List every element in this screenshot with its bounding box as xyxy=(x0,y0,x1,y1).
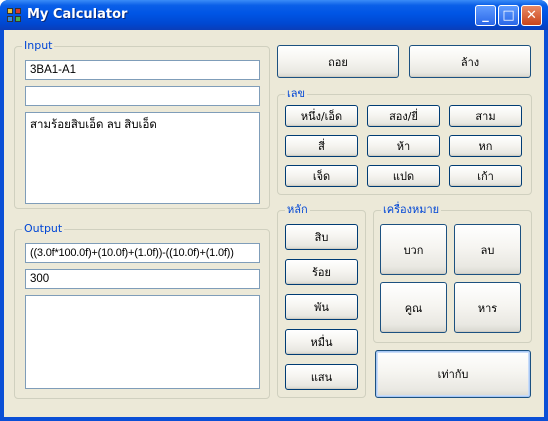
calculator-app-icon xyxy=(7,8,22,23)
plus-button[interactable]: บวก xyxy=(380,224,447,275)
number-button-2[interactable]: สอง/ยี่ xyxy=(367,105,440,127)
operators-legend: เครื่องหมาย xyxy=(381,203,442,217)
place-button-thousands[interactable]: พัน xyxy=(285,294,358,320)
equals-button[interactable]: เท่ากับ xyxy=(375,350,531,398)
output-legend: Output xyxy=(22,222,65,236)
output-result-field[interactable]: 300 xyxy=(25,269,260,289)
close-button[interactable]: ✕ xyxy=(521,5,542,26)
close-icon: ✕ xyxy=(526,8,537,23)
number-button-4[interactable]: สี่ xyxy=(285,135,358,157)
output-expression-field[interactable]: ((3.0f*100.0f)+(10.0f)+(1.0f))-((10.0f)+… xyxy=(25,243,260,263)
maximize-icon: □ xyxy=(502,8,515,23)
multiply-button[interactable]: คูณ xyxy=(380,282,447,333)
input-second-field[interactable] xyxy=(25,86,260,106)
input-legend: Input xyxy=(22,39,55,53)
input-expression-field[interactable]: 3BA1-A1 xyxy=(25,60,260,80)
number-button-8[interactable]: แปด xyxy=(367,165,440,187)
maximize-button[interactable]: □ xyxy=(498,5,519,26)
minus-button[interactable]: ลบ xyxy=(454,224,521,275)
number-button-5[interactable]: ห้า xyxy=(367,135,440,157)
calculator-window: My Calculator _ □ ✕ Input 3BA1-A1 สามร้อ… xyxy=(0,0,548,421)
place-button-ten-thousands[interactable]: หมื่น xyxy=(285,329,358,355)
places-legend: หลัก xyxy=(285,203,310,217)
divide-button[interactable]: หาร xyxy=(454,282,521,333)
number-button-6[interactable]: หก xyxy=(449,135,522,157)
clear-button[interactable]: ล้าง xyxy=(409,45,531,78)
minimize-button[interactable]: _ xyxy=(475,5,496,26)
input-text-area[interactable]: สามร้อยสิบเอ็ด ลบ สิบเอ็ด xyxy=(25,112,260,204)
number-button-9[interactable]: เก้า xyxy=(449,165,522,187)
place-button-hundreds[interactable]: ร้อย xyxy=(285,259,358,285)
place-button-hundred-thousands[interactable]: แสน xyxy=(285,364,358,390)
numbers-legend: เลข xyxy=(285,87,308,101)
number-button-1[interactable]: หนึ่ง/เอ็ด xyxy=(285,105,358,127)
client-area: Input 3BA1-A1 สามร้อยสิบเอ็ด ลบ สิบเอ็ด … xyxy=(4,30,544,417)
number-button-7[interactable]: เจ็ด xyxy=(285,165,358,187)
title-bar[interactable]: My Calculator _ □ ✕ xyxy=(0,0,548,30)
place-button-tens[interactable]: สิบ xyxy=(285,224,358,250)
backspace-button[interactable]: ถอย xyxy=(277,45,399,78)
window-title: My Calculator xyxy=(27,7,128,22)
output-log-area[interactable] xyxy=(25,295,260,389)
minimize-icon: _ xyxy=(482,8,489,23)
number-button-3[interactable]: สาม xyxy=(449,105,522,127)
